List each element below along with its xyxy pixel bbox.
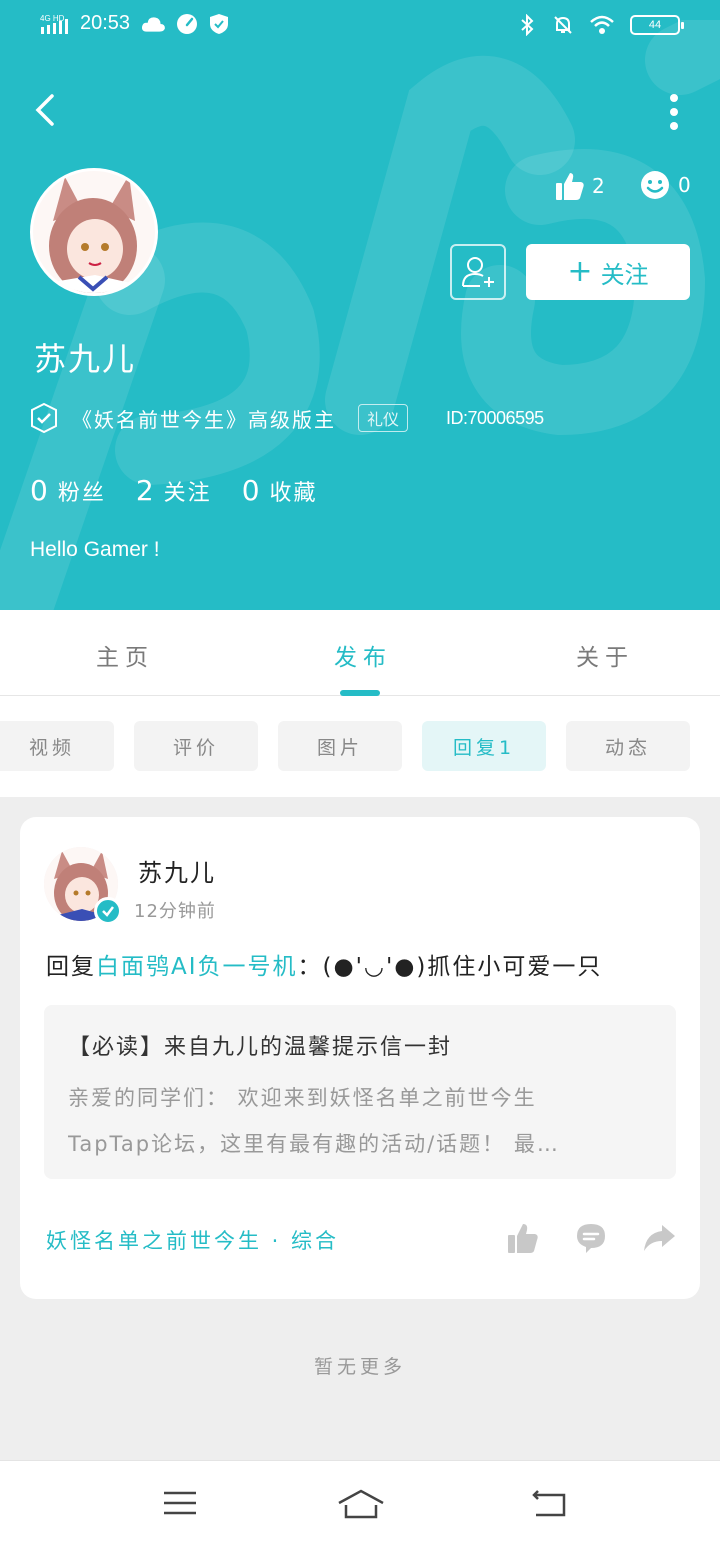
reply-text: ：(●'◡'●)抓住小可爱一只	[297, 954, 603, 980]
more-menu-button[interactable]	[664, 90, 684, 134]
cloud-icon	[142, 16, 165, 32]
verified-check-icon	[94, 897, 122, 925]
profile-tabs: 主页 发布 关于	[0, 610, 720, 696]
tab-about[interactable]: 关于	[576, 638, 634, 672]
avatar-illustration	[33, 171, 155, 293]
content-filter-bar: 视频 评价 图片 回复1 动态	[0, 696, 720, 797]
filter-images[interactable]: 图片	[278, 721, 402, 771]
menu-nav-button[interactable]	[160, 1483, 200, 1523]
home-nav-button[interactable]	[336, 1483, 386, 1523]
back-nav-button[interactable]	[530, 1483, 570, 1523]
reply-prefix: 回复	[46, 954, 96, 980]
reply-mention[interactable]: 白面鸮AI负一号机	[96, 954, 298, 980]
status-bar: 4G HD 20:53 44	[0, 0, 720, 56]
follow-label: 关注	[600, 260, 649, 289]
forum-link[interactable]: 妖怪名单之前世今生 · 综合	[46, 1225, 339, 1255]
end-of-list-text: 暂无更多	[313, 1356, 406, 1378]
system-nav-bar	[0, 1460, 720, 1544]
verified-shield-icon	[31, 402, 57, 434]
excerpt-line: TapTap论坛，这里有最有趣的活动/话题！ 最…	[68, 1132, 560, 1156]
reactions-stat[interactable]: 0	[640, 170, 691, 200]
like-button[interactable]	[506, 1221, 540, 1255]
tab-home[interactable]: 主页	[96, 638, 154, 672]
share-button[interactable]	[642, 1221, 676, 1255]
role-badge: 礼仪	[358, 404, 409, 432]
favorites-count[interactable]: 0 收藏	[242, 474, 318, 507]
user-id: ID:70006595	[446, 407, 544, 428]
quoted-post-excerpt: 亲爱的同学们： 欢迎来到妖怪名单之前世今生 TapTap论坛，这里有最有趣的活动…	[68, 1075, 648, 1167]
role-title: 《妖名前世今生》高级版主	[72, 407, 336, 432]
filter-activity[interactable]: 动态	[566, 721, 690, 771]
filter-videos[interactable]: 视频	[0, 721, 114, 771]
back-button[interactable]	[26, 88, 70, 132]
bell-muted-icon	[554, 16, 572, 34]
add-user-icon	[462, 257, 494, 287]
post-time: 12分钟前	[134, 901, 216, 922]
speedometer-icon	[177, 13, 198, 34]
followers-count[interactable]: 0 粉丝	[30, 474, 106, 507]
count-number: 0	[30, 474, 48, 507]
profile-avatar[interactable]	[30, 168, 158, 296]
count-label: 关注	[163, 481, 212, 506]
follow-button[interactable]: + 关注	[526, 244, 690, 300]
tab-posts[interactable]: 发布	[334, 638, 392, 672]
likes-stat[interactable]: 2	[554, 170, 605, 202]
count-number: 2	[135, 474, 154, 507]
role-row: 《妖名前世今生》高级版主 礼仪 ID:70006595	[30, 402, 544, 434]
signal-icon: 4G HD	[40, 14, 68, 34]
likes-count: 2	[592, 174, 605, 198]
taptap-watermark	[0, 20, 720, 610]
filter-replies[interactable]: 回复1	[422, 721, 546, 771]
reactions-count: 0	[678, 173, 691, 197]
following-count[interactable]: 2 关注	[136, 474, 212, 507]
excerpt-line: 亲爱的同学们： 欢迎来到妖怪名单之前世今生	[68, 1086, 537, 1110]
smile-icon	[641, 171, 669, 199]
quoted-post[interactable]: 【必读】来自九儿的温馨提示信一封 亲爱的同学们： 欢迎来到妖怪名单之前世今生 T…	[44, 1005, 676, 1179]
profile-username: 苏九儿	[34, 340, 137, 378]
wifi-icon	[590, 15, 614, 34]
add-friend-button[interactable]	[450, 244, 506, 300]
profile-bio: Hello Gamer !	[30, 538, 160, 561]
post-actions	[506, 1221, 676, 1255]
plus-icon: +	[567, 254, 593, 289]
battery-indicator: 44	[630, 15, 684, 35]
reply-content: 回复白面鸮AI负一号机：(●'◡'●)抓住小可爱一只	[46, 947, 602, 981]
thumbs-up-icon	[556, 173, 584, 200]
filter-reviews[interactable]: 评价	[134, 721, 258, 771]
author-name[interactable]: 苏九儿	[138, 853, 216, 888]
count-number: 0	[241, 474, 260, 507]
profile-header: 4G HD 20:53 44 2 0 + 关注 苏九儿 《妖名前世今生》高级版主…	[0, 0, 720, 610]
status-time: 20:53	[80, 12, 131, 34]
author-avatar[interactable]	[44, 847, 122, 925]
profile-counts: 0 粉丝 2 关注 0 收藏	[30, 474, 348, 507]
count-label: 收藏	[269, 481, 318, 506]
bluetooth-icon	[521, 14, 534, 36]
count-label: 粉丝	[57, 481, 106, 506]
quoted-post-title: 【必读】来自九儿的温馨提示信一封	[68, 1035, 453, 1060]
comment-button[interactable]	[574, 1221, 608, 1255]
shield-icon	[210, 13, 229, 34]
reply-card[interactable]: 苏九儿 12分钟前 回复白面鸮AI负一号机：(●'◡'●)抓住小可爱一只 【必读…	[20, 817, 700, 1299]
